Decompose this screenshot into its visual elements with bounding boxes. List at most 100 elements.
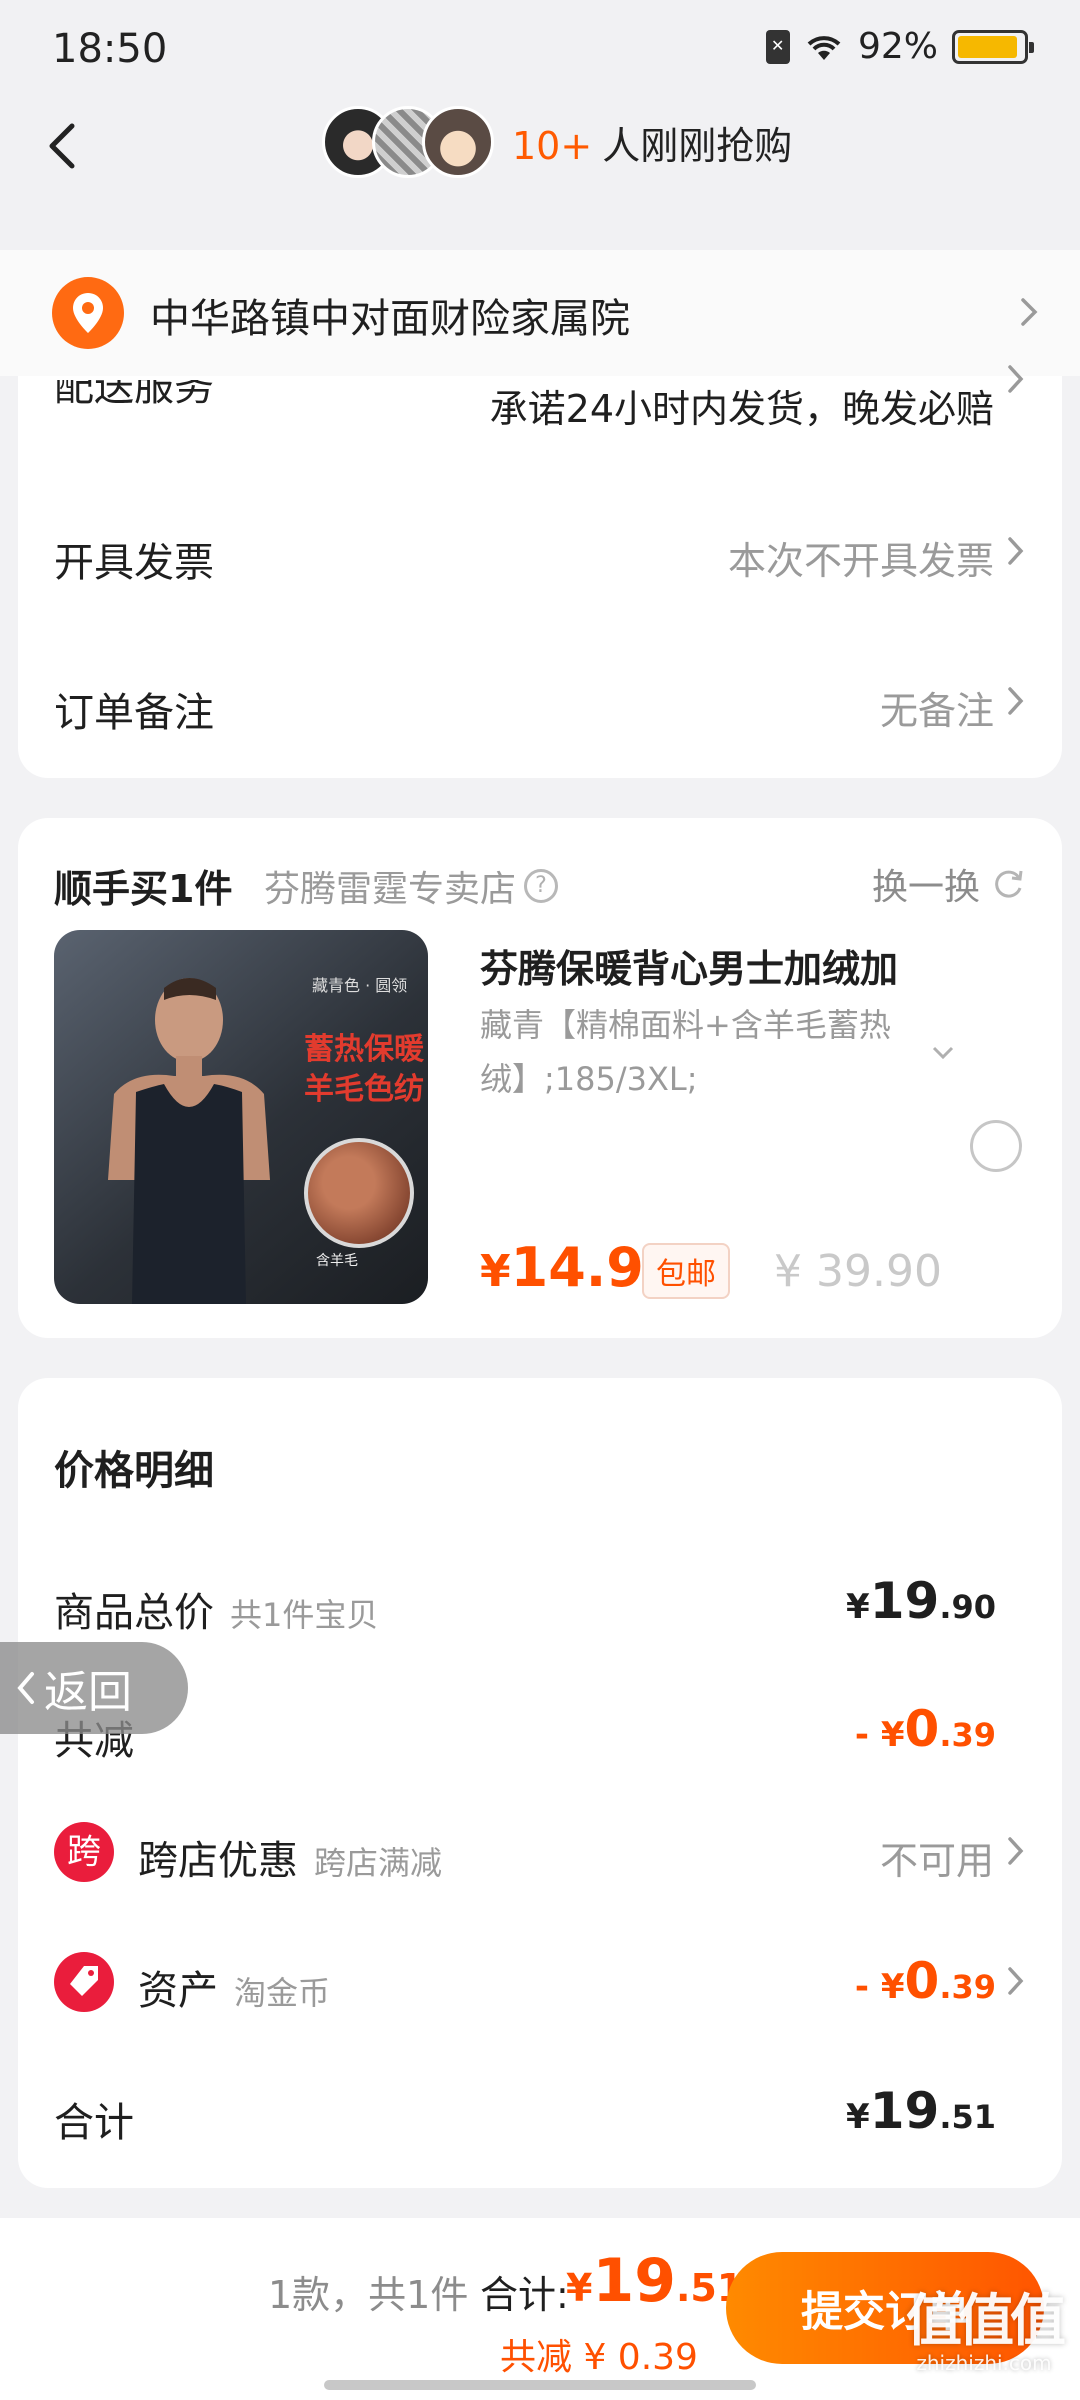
total-amount: ¥19.51 <box>846 2082 996 2140</box>
battery-icon <box>952 29 1034 64</box>
watermark-site: zhizhizhi.com <box>916 2351 1052 2375</box>
price-symbol: ¥ <box>480 1246 511 1297</box>
battery-fill <box>958 35 1017 58</box>
product-image-tag: 藏青色 · 圆领 <box>312 976 408 995</box>
chevron-down-icon[interactable] <box>930 1044 956 1062</box>
back-chevron-icon[interactable] <box>38 118 88 174</box>
goods-total-text: 商品总价 <box>54 1590 214 1636</box>
chevron-right-icon <box>1008 365 1024 393</box>
product-image-banner: 蓄热保暖 羊毛色纺 <box>304 1030 424 1110</box>
address-text: 中华路镇中对面财险家属院 <box>150 296 630 342</box>
amount-symbol: - ¥ <box>854 1715 905 1755</box>
wifi-icon <box>807 35 841 60</box>
original-price: ¥ 39.90 <box>774 1246 942 1297</box>
bottom-saved: 共减 ¥ 0.39 <box>500 2337 698 2378</box>
asset-row[interactable]: 资产 淘金币 - ¥0.39 <box>18 1938 1062 2028</box>
price-detail-card: 价格明细 商品总价 共1件宝贝 ¥19.90 共减 - ¥0.39 跨 跨店优惠跨… <box>18 1378 1062 2188</box>
banner-line-1: 蓄热保暖 <box>304 1032 424 1067</box>
addon-store-name: 芬腾雷霆专卖店 <box>264 869 517 910</box>
invoice-label: 开具发票 <box>54 540 214 586</box>
chevron-left-icon <box>17 1672 34 1704</box>
status-icons: 92% <box>765 26 1034 67</box>
chevron-right-icon <box>1021 298 1038 326</box>
top-area: 18:50 92% 10+人刚刚抢购 <box>0 0 1080 250</box>
goods-total-amount: ¥19.90 <box>846 1572 996 1630</box>
amount-dec: .51 <box>939 2098 996 2136</box>
swap-label: 换一换 <box>871 867 980 908</box>
coin-tag-icon <box>54 1952 114 2012</box>
chevron-right-icon <box>1008 1967 1024 1995</box>
product-spec[interactable]: 藏青【精棉面料+含羊毛蓄热绒】;185/3XL; <box>480 998 920 1106</box>
amount-int: 0 <box>904 1952 940 2010</box>
goods-total-label: 商品总价 共1件宝贝 <box>54 1580 378 1638</box>
addon-store[interactable]: 芬腾雷霆专卖店 ? <box>264 860 559 912</box>
service-card: 配送服务 承诺24小时内发货，晚发必赔 开具发票 本次不开具发票 订单备注 无备… <box>18 365 1062 778</box>
watermark-logo: 值值值 <box>906 2289 1066 2354</box>
location-pin-icon <box>52 277 124 349</box>
fabric-closeup-label: 含羊毛 <box>316 1253 358 1269</box>
recent-buyers: 10+ 人刚刚抢购 <box>322 106 792 178</box>
swap-button[interactable]: 换一换 <box>872 858 1026 910</box>
amount-symbol: - ¥ <box>854 1967 905 2007</box>
status-time: 18:50 <box>52 26 168 72</box>
home-indicator[interactable] <box>324 2380 756 2390</box>
product-name[interactable]: 芬腾保暖背心男士加绒加 <box>480 938 898 993</box>
bottom-total-amount: ¥19.51 <box>566 2246 743 2316</box>
cross-store-label: 跨店优惠 跨店满减 <box>138 1828 442 1886</box>
asset-label: 资产 淘金币 <box>138 1958 330 2016</box>
asset-amount: - ¥0.39 <box>855 1952 996 2010</box>
discount-amount: - ¥0.39 <box>855 1700 996 1758</box>
amount-symbol: ¥ <box>846 1587 870 1627</box>
buyers-label: 人刚刚抢购 <box>602 123 793 168</box>
remark-row[interactable]: 订单备注 无备注 <box>18 666 1062 746</box>
float-back-button[interactable]: 返回 <box>0 1642 188 1734</box>
banner-line-2: 羊毛色纺 <box>304 1072 424 1107</box>
invoice-row[interactable]: 开具发票 本次不开具发票 <box>18 516 1062 596</box>
remark-value: 无备注 <box>879 689 994 733</box>
sim-off-icon <box>765 29 790 64</box>
remark-label: 订单备注 <box>54 690 214 736</box>
bottom-total-label: 合计: <box>480 2273 569 2317</box>
total-label: 合计 <box>54 2100 134 2146</box>
addon-card: 顺手买1件 芬腾雷霆专卖店 ? 换一换 藏青色 · 圆领 蓄热保暖 羊毛色纺 含… <box>18 818 1062 1338</box>
buyers-text: 10+ 人刚刚抢购 <box>512 115 792 170</box>
help-icon[interactable]: ? <box>524 869 559 903</box>
chevron-right-icon <box>1008 687 1024 715</box>
float-back-label: 返回 <box>44 1667 132 1718</box>
addon-title: 顺手买1件 <box>54 867 233 911</box>
asset-sub: 淘金币 <box>234 1974 331 2012</box>
amount-dec: .90 <box>939 1588 996 1626</box>
status-bar: 18:50 92% <box>0 0 1080 100</box>
asset-text: 资产 <box>138 1968 218 2014</box>
chevron-right-icon <box>1008 1837 1024 1865</box>
cross-store-row[interactable]: 跨 跨店优惠 跨店满减 不可用 <box>18 1808 1062 1898</box>
delivery-value: 承诺24小时内发货，晚发必赔 <box>489 387 994 431</box>
buyer-avatar <box>422 106 494 178</box>
amount-int: 19 <box>869 1572 940 1630</box>
amount-symbol: ¥ <box>846 2097 870 2137</box>
address-bar[interactable]: 中华路镇中对面财险家属院 <box>0 250 1080 376</box>
price-detail-title: 价格明细 <box>54 1448 214 1494</box>
amount-symbol: ¥ <box>566 2266 593 2310</box>
cross-store-icon: 跨 <box>54 1822 114 1882</box>
amount-dec: .39 <box>939 1968 996 2006</box>
cross-store-text: 跨店优惠 <box>138 1838 298 1884</box>
product-image[interactable]: 藏青色 · 圆领 蓄热保暖 羊毛色纺 含羊毛 <box>54 930 428 1304</box>
free-shipping-badge: 包邮 <box>642 1243 730 1299</box>
battery-percent: 92% <box>857 26 938 67</box>
invoice-value: 本次不开具发票 <box>727 539 994 583</box>
cross-store-value: 不可用 <box>879 1839 994 1883</box>
amount-dec: .39 <box>939 1716 996 1754</box>
amount-int: 19 <box>869 2082 940 2140</box>
select-radio[interactable] <box>970 1120 1022 1172</box>
chevron-right-icon <box>1008 537 1024 565</box>
cross-store-sub: 跨店满减 <box>314 1844 443 1882</box>
model-figure <box>108 978 270 1304</box>
item-count: 1款，共1件 <box>268 2273 469 2317</box>
buyers-count: 10+ <box>512 123 593 168</box>
amount-int: 19 <box>592 2246 676 2316</box>
watermark: 值值值 zhizhizhi.com <box>906 2276 1066 2375</box>
fabric-closeup <box>304 1138 414 1248</box>
refresh-icon <box>995 870 1023 898</box>
goods-total-sub: 共1件宝贝 <box>230 1596 379 1634</box>
